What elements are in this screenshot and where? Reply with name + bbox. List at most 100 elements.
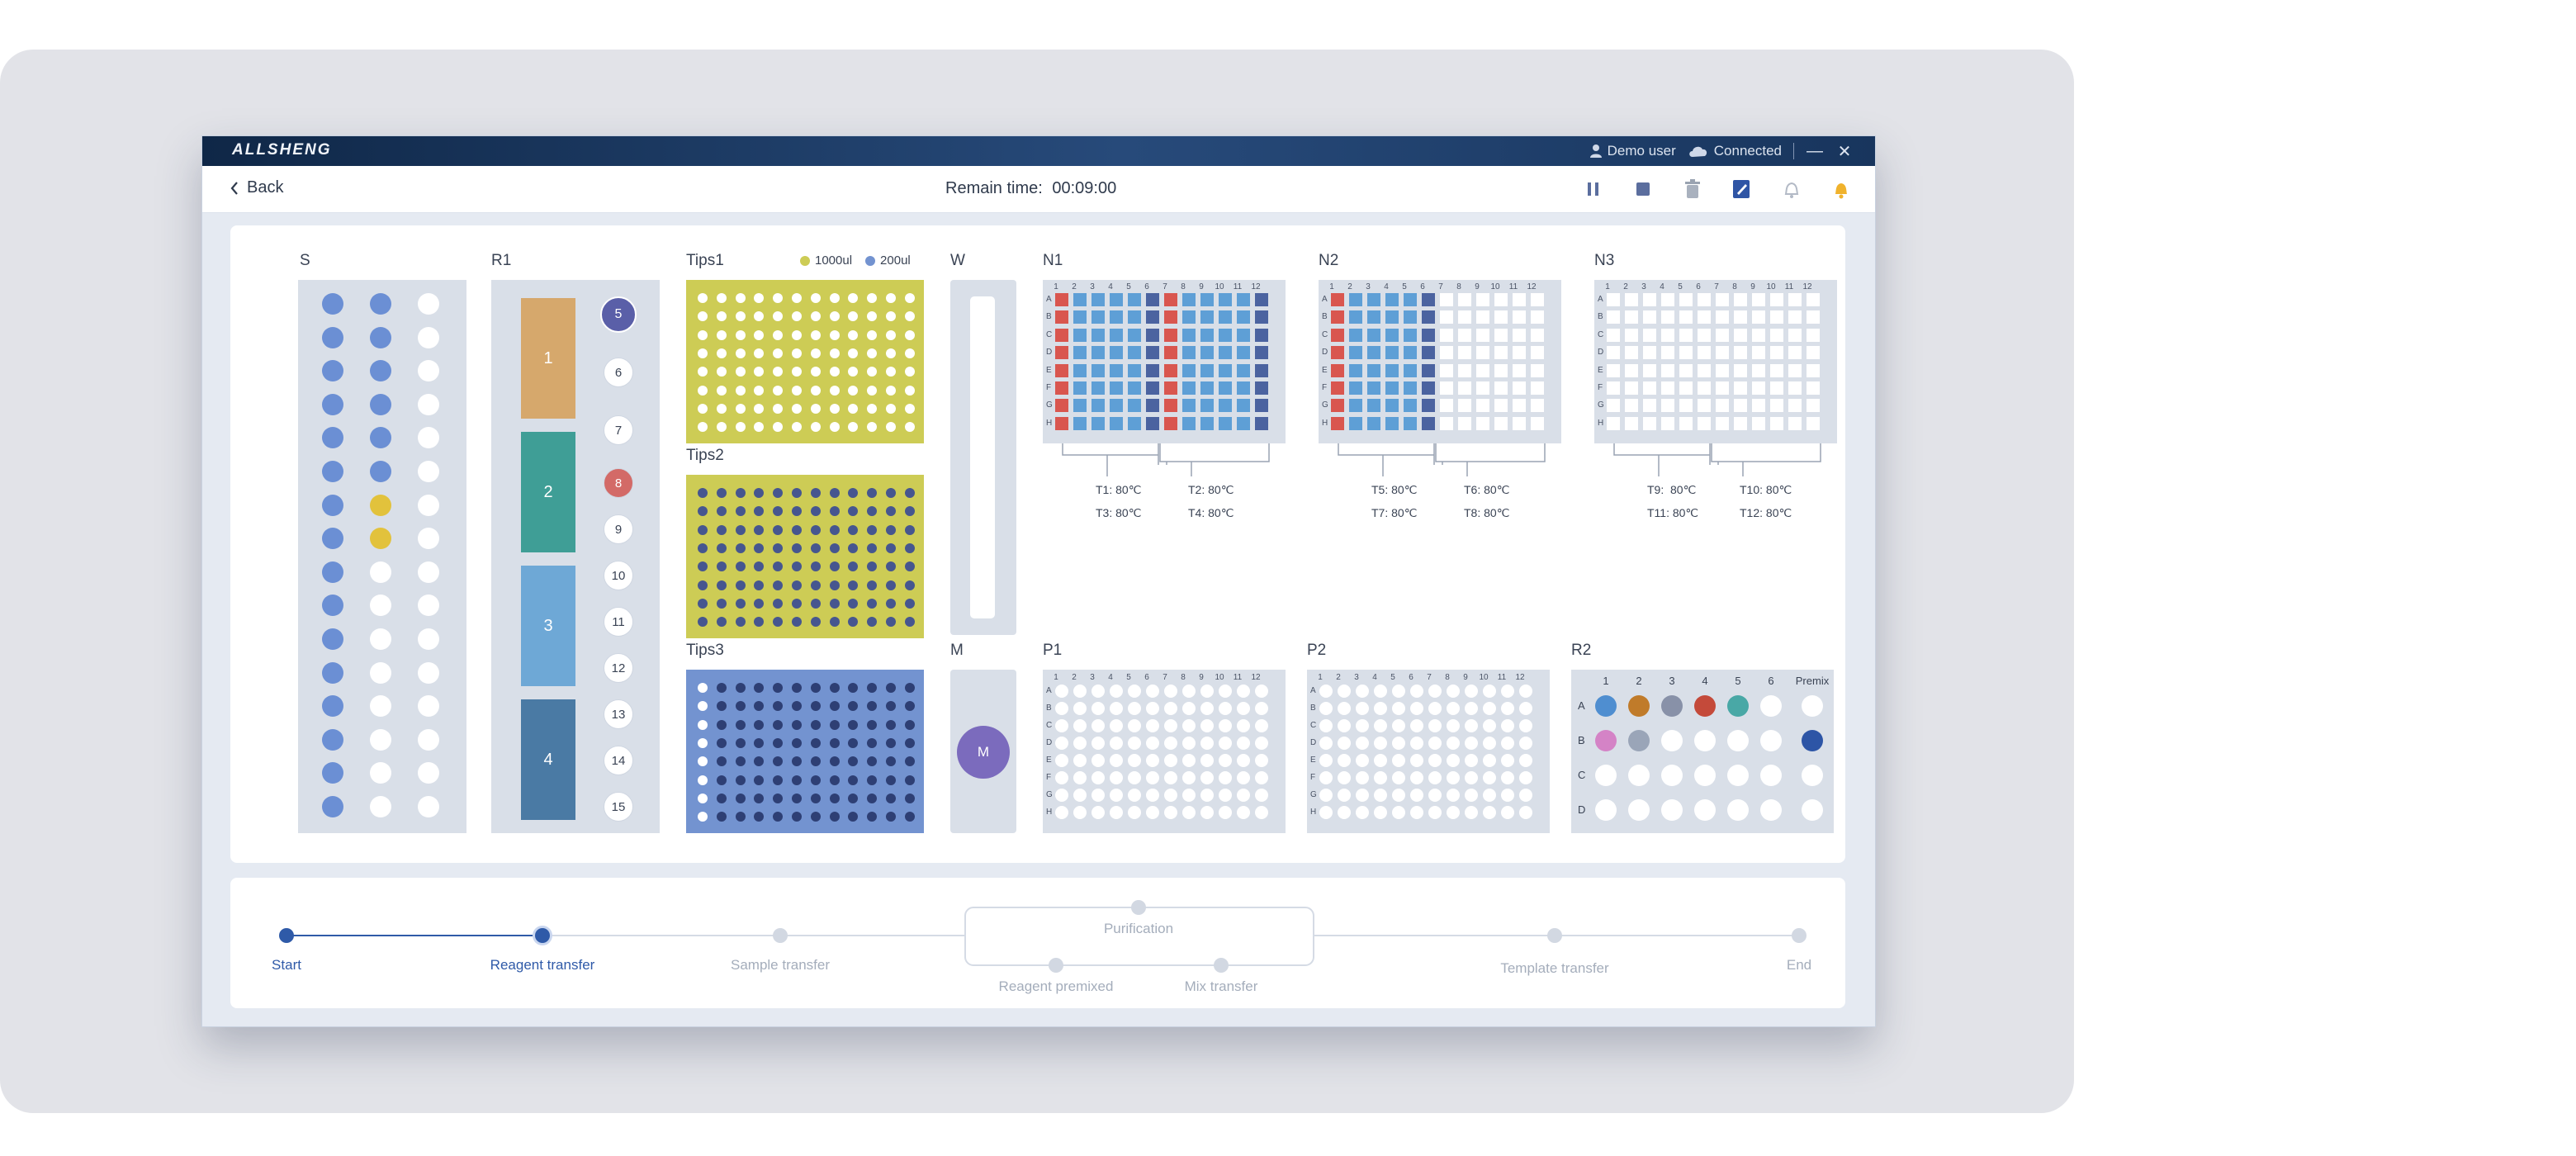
plate-well[interactable] [1465, 702, 1478, 715]
plate-well[interactable] [1128, 737, 1141, 750]
plate-well[interactable] [1331, 310, 1344, 325]
plate-well[interactable] [1110, 719, 1123, 732]
n-plate[interactable]: 1 2 3 4 5 6 7 8 9 10 11 12 A B C D E F G H [1319, 280, 1561, 443]
plate-well[interactable] [1255, 685, 1268, 698]
plate-well[interactable] [1734, 381, 1747, 395]
plate-well[interactable] [1164, 293, 1177, 306]
plate-well[interactable] [1182, 737, 1196, 750]
plate-well[interactable] [1237, 416, 1250, 430]
plate-well[interactable] [1385, 293, 1399, 306]
plate-well[interactable] [1073, 789, 1087, 802]
sample-tube[interactable] [418, 762, 439, 784]
plate-well[interactable] [1219, 310, 1232, 325]
sample-tube[interactable] [370, 326, 391, 348]
reagent-trough[interactable]: 1 [521, 298, 575, 419]
plate-well[interactable] [1476, 381, 1489, 395]
plate-well[interactable] [1404, 346, 1417, 360]
pause-button[interactable] [1579, 176, 1608, 202]
r2-tube[interactable] [1727, 799, 1749, 821]
sample-tube[interactable] [418, 293, 439, 315]
plate-well[interactable] [1367, 346, 1380, 360]
plate-well[interactable] [1531, 346, 1544, 360]
plate-well[interactable] [1182, 416, 1196, 430]
reagent-rack-r2[interactable]: 1 2 3 4 5 6 Premix A B C D [1571, 670, 1834, 833]
plate-well[interactable] [1428, 685, 1442, 698]
plate-well[interactable] [1319, 789, 1333, 802]
plate-well[interactable] [1513, 310, 1526, 325]
r2-tube[interactable] [1628, 730, 1650, 751]
plate-well[interactable] [1073, 381, 1087, 395]
plate-well[interactable] [1164, 719, 1177, 732]
plate-well[interactable] [1164, 754, 1177, 767]
plate-well[interactable] [1255, 381, 1268, 395]
r2-tube[interactable] [1595, 695, 1617, 717]
plate-well[interactable] [1219, 346, 1232, 360]
plate-well[interactable] [1367, 363, 1380, 377]
plate-well[interactable] [1356, 702, 1369, 715]
plate-well[interactable] [1716, 293, 1729, 306]
plate-well[interactable] [1752, 363, 1765, 377]
plate-well[interactable] [1255, 789, 1268, 802]
plate-well[interactable] [1404, 310, 1417, 325]
stop-button[interactable] [1629, 176, 1657, 202]
delete-button[interactable] [1679, 176, 1707, 202]
plate-well[interactable] [1164, 685, 1177, 698]
plate-well[interactable] [1255, 416, 1268, 430]
plate-well[interactable] [1625, 399, 1638, 413]
plate-well[interactable] [1182, 310, 1196, 325]
reagent-trough[interactable]: 4 [521, 699, 575, 820]
r2-tube[interactable] [1727, 730, 1749, 751]
plate-well[interactable] [1073, 346, 1087, 360]
tip-rack[interactable] [686, 280, 924, 443]
plate-well[interactable] [1625, 416, 1638, 430]
plate-well[interactable] [1531, 363, 1544, 377]
plate-well[interactable] [1349, 346, 1362, 360]
plate-well[interactable] [1073, 416, 1087, 430]
reagent-tube[interactable]: 9 [604, 514, 633, 544]
plate-well[interactable] [1356, 754, 1369, 767]
sample-tube[interactable] [322, 461, 343, 482]
reagent-tube[interactable]: 13 [604, 699, 633, 729]
sample-tube[interactable] [322, 796, 343, 817]
plate-well[interactable] [1182, 328, 1196, 342]
plate-well[interactable] [1788, 310, 1802, 325]
sample-tube[interactable] [418, 427, 439, 449]
plate-well[interactable] [1182, 399, 1196, 413]
plate-well[interactable] [1255, 399, 1268, 413]
plate-well[interactable] [1110, 771, 1123, 784]
sample-tube[interactable] [370, 427, 391, 449]
plate-well[interactable] [1091, 363, 1105, 377]
sample-tube[interactable] [370, 494, 391, 516]
plate-well[interactable] [1410, 719, 1423, 732]
sample-tube[interactable] [370, 661, 391, 684]
plate-well[interactable] [1428, 771, 1442, 784]
plate-well[interactable] [1146, 685, 1159, 698]
plate-well[interactable] [1091, 328, 1105, 342]
plate-well[interactable] [1200, 702, 1214, 715]
step-dot[interactable] [773, 928, 788, 943]
plate-well[interactable] [1055, 346, 1068, 360]
plate-well[interactable] [1200, 328, 1214, 342]
plate-well[interactable] [1255, 771, 1268, 784]
plate-well[interactable] [1788, 416, 1802, 430]
plate-well[interactable] [1513, 381, 1526, 395]
plate-well[interactable] [1237, 293, 1250, 306]
plate-well[interactable] [1237, 719, 1250, 732]
plate-well[interactable] [1055, 328, 1068, 342]
plate-well[interactable] [1164, 310, 1177, 325]
plate-well[interactable] [1476, 293, 1489, 306]
plate-well[interactable] [1182, 806, 1196, 819]
tip-rack[interactable] [686, 475, 924, 638]
r2-tube[interactable] [1595, 765, 1617, 786]
r2-tube[interactable] [1595, 730, 1617, 751]
plate-well[interactable] [1734, 363, 1747, 377]
waste-tray[interactable] [950, 280, 1016, 635]
plate-well[interactable] [1055, 754, 1068, 767]
plate-well[interactable] [1607, 381, 1620, 395]
plate-well[interactable] [1055, 737, 1068, 750]
plate-well[interactable] [1770, 381, 1783, 395]
plate-well[interactable] [1440, 363, 1453, 377]
r2-tube[interactable] [1694, 765, 1716, 786]
plate-well[interactable] [1237, 702, 1250, 715]
plate-well[interactable] [1734, 416, 1747, 430]
